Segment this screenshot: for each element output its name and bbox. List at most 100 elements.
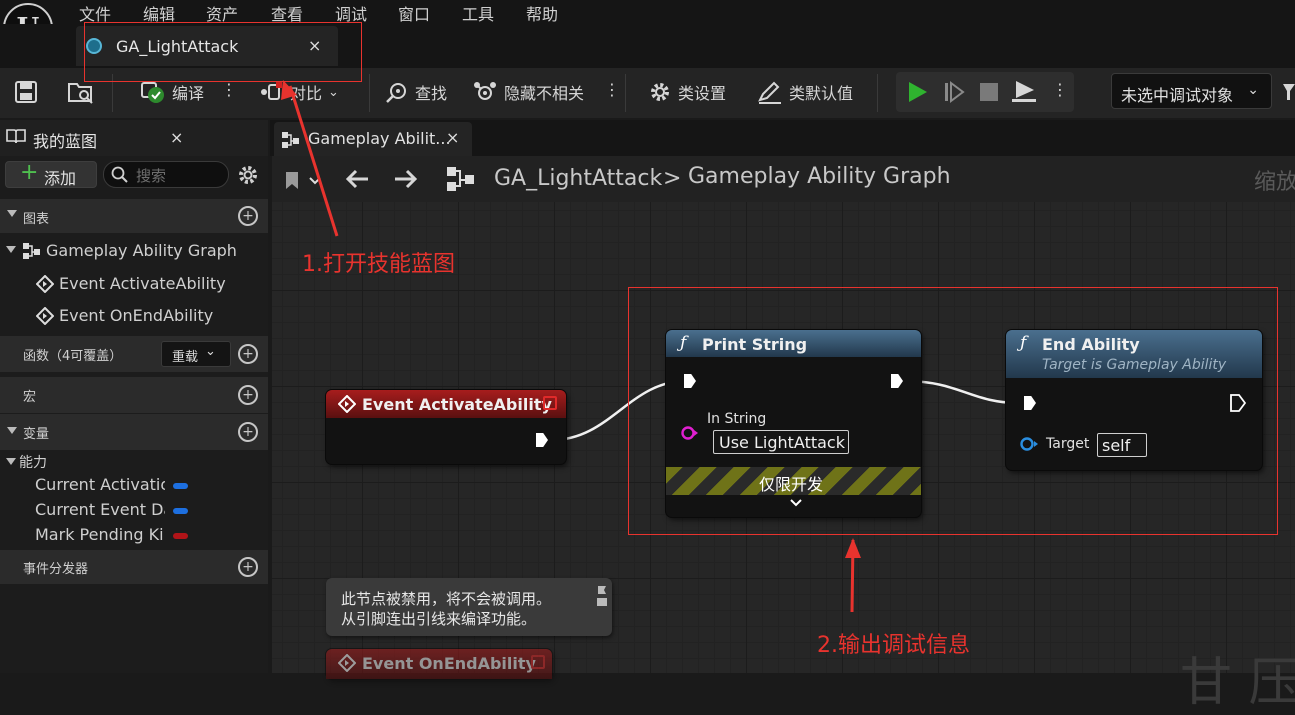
find-button[interactable]: 查找 [385,80,447,104]
find-label: 查找 [415,84,448,103]
search-input[interactable]: 搜索 [103,161,229,188]
gear-icon[interactable] [237,164,259,186]
category-functions[interactable]: 函数（4可覆盖） 重载 ⌄ + [0,336,268,372]
close-icon[interactable]: × [170,128,183,147]
watermark: 甘 压 [1180,653,1295,713]
hide-unrelated-icon [474,82,496,100]
exec-output-pin[interactable] [536,433,548,447]
diff-icon [261,82,282,100]
category-event-dispatchers[interactable]: 事件分发器 + [0,550,268,584]
graph-item[interactable]: Gameplay Ability Graph [0,236,268,266]
compile-label: 编译 [172,84,205,103]
menu-tools[interactable]: 工具 [462,1,494,25]
collapse-arrow-icon [7,210,17,217]
add-variable-icon[interactable]: + [238,422,258,442]
play-icon[interactable] [904,80,930,104]
event-name: Event OnEndAbility [59,306,214,325]
collapse-arrow-icon [6,458,16,465]
graph-icon [23,243,40,259]
book-icon [6,129,26,144]
browse-asset-icon[interactable] [67,80,95,104]
pin-comment-icon[interactable] [596,584,608,608]
chevron-down-icon: ⌄ [1247,82,1259,98]
event-name: Event ActivateAbility [59,274,226,293]
eject-icon[interactable] [1010,78,1038,104]
comment-line: 此节点被禁用，将不会被调用。 [341,590,552,608]
event-icon [338,395,356,413]
category-variables[interactable]: 变量 + [0,414,268,450]
node-title: Event ActivateAbility [362,395,552,414]
add-button-label: 添加 [44,169,77,188]
variable-group-label: 能力 [19,455,47,471]
node-title: Event OnEndAbility [362,654,536,673]
class-settings-label: 类设置 [678,84,727,103]
node-event-on-end-ability[interactable]: Event OnEndAbility [326,649,552,679]
event-item[interactable]: Event OnEndAbility [0,301,268,331]
variable-type-pill [173,533,188,539]
breadcrumb-separator: > [663,166,682,191]
delegate-pin-icon[interactable] [543,396,557,410]
panel-title: 我的蓝图 [33,132,98,151]
category-graphs[interactable]: 图表 + [0,199,268,233]
hide-options-button[interactable]: ⋮ [604,80,620,99]
add-macro-icon[interactable]: + [238,385,258,405]
close-icon[interactable]: × [446,128,459,147]
node-event-activate-ability[interactable]: Event ActivateAbility [326,390,566,464]
stop-icon[interactable] [977,80,1001,104]
bookmark-icon[interactable] [283,170,323,192]
graph-tab[interactable]: Gameplay Abilit... × [274,122,472,156]
annotation-step2: 2.输出调试信息 [817,633,970,658]
override-dropdown[interactable]: 重载 ⌄ [161,341,231,367]
search-placeholder: 搜索 [136,167,167,185]
graph-icon [447,167,474,191]
step-icon[interactable] [942,80,968,104]
override-label: 重载 [172,350,199,365]
toolbar-separator [625,74,626,112]
add-function-icon[interactable]: + [238,344,258,364]
variable-item[interactable]: Current Activation Info [0,475,268,497]
event-icon [36,307,54,325]
save-icon[interactable] [14,80,38,104]
event-item[interactable]: Event ActivateAbility [0,269,268,299]
menu-help[interactable]: 帮助 [526,1,558,25]
back-arrow-icon[interactable] [344,168,370,190]
compile-options-button[interactable]: ⋮ [221,80,237,99]
debug-object-label: 未选中调试对象 [1121,86,1234,105]
hide-unrelated-button[interactable]: 隐藏不相关 [472,80,584,104]
add-graph-icon[interactable]: + [238,206,258,226]
disabled-node-comment: 此节点被禁用，将不会被调用。 从引脚连出引线来编译功能。 [326,578,612,636]
menu-window[interactable]: 窗口 [398,1,430,25]
diff-button[interactable]: 对比 ⌄ [258,80,339,104]
variable-group[interactable]: 能力 [0,450,268,472]
plus-icon: + [20,160,39,185]
highlight-box-nodes [628,287,1278,535]
menu-bar [0,0,1295,24]
variable-type-pill [173,508,188,514]
graph-icon [282,132,299,148]
category-macros[interactable]: 宏 + [0,377,268,413]
breadcrumb-graph: Gameplay Ability Graph [688,164,951,189]
compile-button[interactable]: 编译 [140,80,204,104]
gear-icon [651,83,669,101]
variable-name: Mark Pending Kill [35,525,165,544]
add-button[interactable]: + 添加 [5,160,97,188]
category-label: 事件分发器 [23,562,89,577]
variable-item[interactable]: Current Event Data [0,500,268,522]
debug-object-dropdown[interactable]: 未选中调试对象 ⌄ [1111,73,1272,109]
class-defaults-icon [758,81,781,104]
add-dispatcher-icon[interactable]: + [238,557,258,577]
delegate-pin-icon[interactable] [531,655,545,669]
class-defaults-button[interactable]: 类默认值 [757,80,853,104]
debug-filter-icon[interactable] [1283,82,1295,102]
class-settings-button[interactable]: 类设置 [648,80,726,104]
play-options-button[interactable]: ⋮ [1052,80,1068,99]
zoom-label: 缩放 [1254,170,1295,195]
category-label: 图表 [23,212,50,227]
find-icon [386,83,406,103]
forward-arrow-icon[interactable] [393,168,419,190]
variable-name: Current Activation Info [35,475,165,494]
breadcrumb-asset[interactable]: GA_LightAttack [494,166,662,191]
variable-item[interactable]: Mark Pending Kill [0,525,268,547]
class-defaults-label: 类默认值 [789,84,854,103]
variable-name: Current Event Data [35,500,165,519]
